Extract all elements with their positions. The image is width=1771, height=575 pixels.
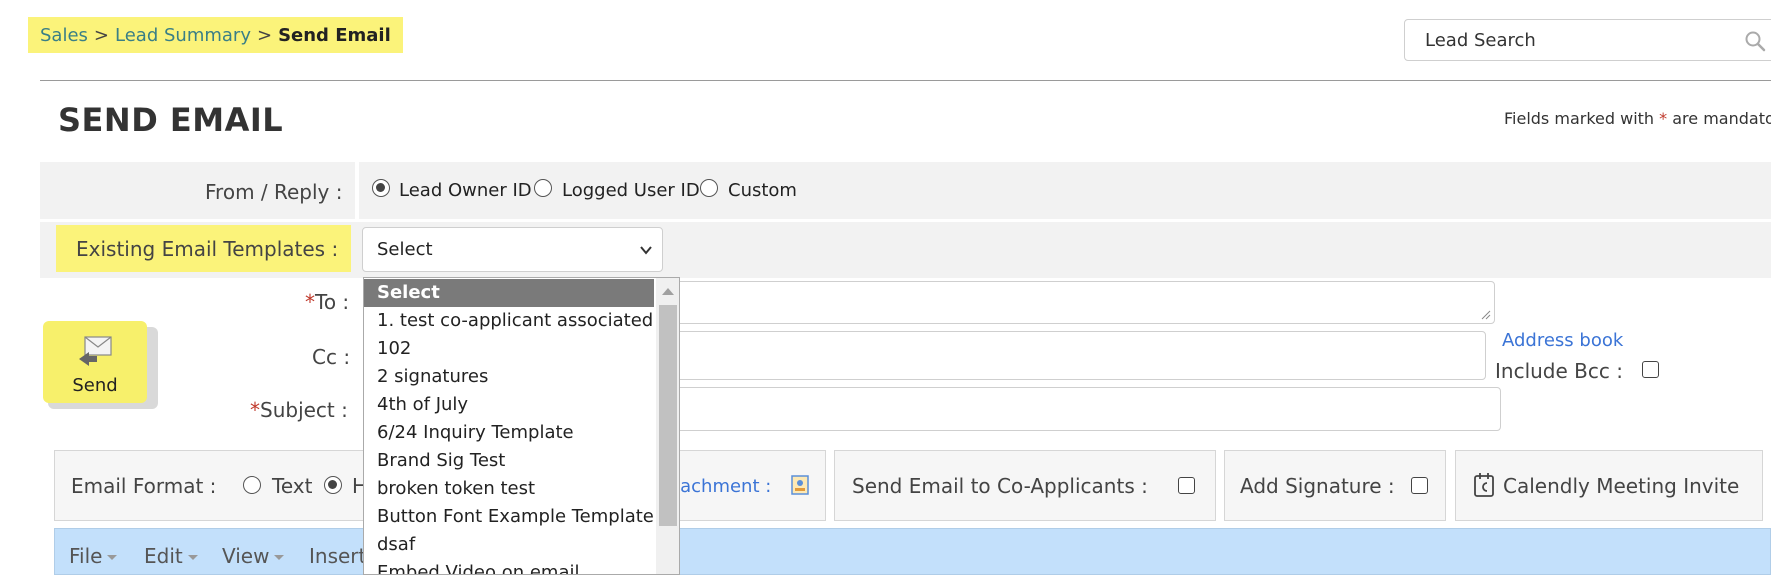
radio-custom[interactable] bbox=[700, 179, 718, 197]
dropdown-scrollbar[interactable] bbox=[656, 278, 679, 574]
template-option[interactable]: 2 signatures bbox=[364, 363, 654, 391]
caret-down-icon bbox=[107, 555, 118, 560]
radio-label-custom: Custom bbox=[728, 180, 797, 201]
email-template-select-value: Select bbox=[377, 239, 433, 260]
subject-label-text: Subject : bbox=[260, 398, 348, 422]
radio-label-format-text: Text bbox=[272, 474, 313, 498]
resize-handle-icon[interactable] bbox=[1481, 310, 1491, 320]
to-field[interactable] bbox=[660, 281, 1495, 324]
menu-insert[interactable]: Insert bbox=[309, 544, 366, 568]
breadcrumb: Sales > Lead Summary > Send Email bbox=[28, 17, 403, 53]
calendar-icon[interactable] bbox=[1473, 472, 1495, 498]
co-applicants-checkbox[interactable] bbox=[1178, 477, 1195, 494]
search-icon[interactable] bbox=[1744, 30, 1766, 52]
to-label-text: To : bbox=[315, 290, 350, 314]
caret-down-icon bbox=[187, 555, 198, 560]
breadcrumb-separator: > bbox=[93, 24, 110, 46]
row-divider bbox=[355, 162, 359, 219]
scroll-up-arrow-icon[interactable] bbox=[662, 288, 674, 295]
radio-label-lead-owner-id: Lead Owner ID bbox=[399, 180, 532, 201]
breadcrumb-current: Send Email bbox=[278, 24, 391, 46]
menu-view-label: View bbox=[222, 544, 270, 568]
subject-label: *Subject : bbox=[250, 398, 348, 422]
lead-search-box bbox=[1404, 19, 1771, 61]
send-email-icon bbox=[79, 336, 112, 366]
menu-file[interactable]: File bbox=[69, 544, 118, 568]
template-option[interactable]: 4th of July bbox=[364, 391, 654, 419]
include-bcc-checkbox[interactable] bbox=[1642, 361, 1659, 378]
breadcrumb-link-sales[interactable]: Sales bbox=[40, 25, 88, 46]
scrollbar-thumb[interactable] bbox=[659, 305, 677, 526]
email-format-label: Email Format : bbox=[71, 474, 217, 498]
template-option-select[interactable]: Select bbox=[364, 279, 654, 307]
header-divider bbox=[40, 80, 1771, 81]
page-title: SEND EMAIL bbox=[58, 101, 284, 139]
radio-lead-owner-id[interactable] bbox=[372, 179, 390, 197]
calendly-invite-label[interactable]: Calendly Meeting Invite bbox=[1503, 474, 1739, 498]
template-option[interactable]: Embed Video on email bbox=[364, 559, 654, 574]
menu-edit-label: Edit bbox=[144, 544, 183, 568]
send-button-label: Send bbox=[72, 375, 118, 396]
menu-file-label: File bbox=[69, 544, 103, 568]
from-reply-label: From / Reply : bbox=[205, 180, 343, 204]
email-templates-label: Existing Email Templates : bbox=[76, 237, 339, 261]
template-option[interactable]: 6/24 Inquiry Template bbox=[364, 419, 654, 447]
breadcrumb-separator: > bbox=[256, 24, 273, 46]
subject-field[interactable] bbox=[660, 387, 1501, 431]
send-button[interactable]: Send bbox=[43, 321, 147, 403]
template-option[interactable]: 1. test co-applicant associated? bbox=[364, 307, 654, 335]
template-option[interactable]: 102 bbox=[364, 335, 654, 363]
add-signature-label: Add Signature : bbox=[1240, 474, 1395, 498]
required-star: * bbox=[250, 398, 260, 422]
menu-insert-label: Insert bbox=[309, 544, 367, 568]
attachment-icon[interactable] bbox=[790, 474, 810, 496]
include-bcc-label: Include Bcc : bbox=[1495, 359, 1623, 383]
to-label: *To : bbox=[305, 290, 349, 314]
mandatory-note: Fields marked with * are mandatory bbox=[1504, 109, 1771, 128]
menu-edit[interactable]: Edit bbox=[144, 544, 198, 568]
radio-label-logged-user-id: Logged User ID bbox=[562, 180, 700, 201]
required-star: * bbox=[305, 290, 315, 314]
cc-field[interactable] bbox=[660, 331, 1486, 380]
template-option[interactable]: broken token test bbox=[364, 475, 654, 503]
add-signature-checkbox[interactable] bbox=[1411, 477, 1428, 494]
mandatory-note-prefix: Fields marked with bbox=[1504, 109, 1655, 128]
email-template-select[interactable]: Select bbox=[362, 227, 663, 272]
menu-view[interactable]: View bbox=[222, 544, 285, 568]
radio-format-text[interactable] bbox=[243, 476, 261, 494]
lead-search-input[interactable] bbox=[1405, 20, 1771, 60]
template-dropdown-list: Select 1. test co-applicant associated? … bbox=[363, 277, 680, 575]
cc-label: Cc : bbox=[312, 345, 351, 369]
co-applicants-label: Send Email to Co-Applicants : bbox=[852, 474, 1148, 498]
template-option[interactable]: Brand Sig Test bbox=[364, 447, 654, 475]
chevron-down-icon bbox=[640, 246, 652, 255]
caret-down-icon bbox=[274, 555, 285, 560]
attachment-link[interactable]: ttachment : bbox=[666, 476, 771, 497]
template-option[interactable]: dsaf bbox=[364, 531, 654, 559]
breadcrumb-link-lead-summary[interactable]: Lead Summary bbox=[115, 25, 251, 46]
address-book-link[interactable]: Address book bbox=[1502, 330, 1623, 351]
radio-format-html[interactable] bbox=[324, 476, 342, 494]
required-star: * bbox=[1659, 109, 1668, 128]
mandatory-note-suffix: are mandatory bbox=[1672, 109, 1771, 128]
radio-logged-user-id[interactable] bbox=[534, 179, 552, 197]
template-option[interactable]: Button Font Example Template bbox=[364, 503, 654, 531]
